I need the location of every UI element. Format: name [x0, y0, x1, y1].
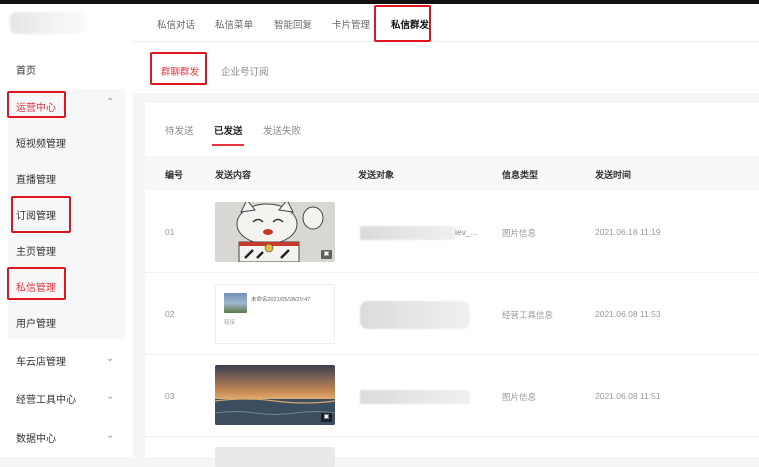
image-type-icon: ▣	[321, 413, 332, 422]
card-tag: 链接	[224, 320, 236, 326]
row-type: 图片信息	[502, 228, 537, 238]
row-number: 03	[165, 391, 175, 401]
sidebar-item-subscription[interactable]: 订阅管理	[16, 207, 56, 222]
sidebar-item-home[interactable]: 首页	[16, 62, 36, 77]
target-redacted	[360, 301, 470, 329]
table-row: 01 ▣ iev_... 图片信息 2021.06.18 11:19	[145, 191, 759, 273]
tab-dm-menu[interactable]: 私信菜单	[215, 17, 253, 31]
chevron-up-icon[interactable]: ⌃	[106, 97, 114, 108]
table-row: 02 未命名2021/05/28/20:47 链接 经营工具信息 2021.06…	[145, 273, 759, 355]
sidebar-item-live[interactable]: 直播管理	[16, 171, 56, 186]
tab-group-broadcast[interactable]: 群聊群发	[161, 64, 199, 78]
row-time: 2021.06.18 11:19	[595, 227, 661, 237]
row-number: 01	[165, 227, 175, 237]
tab-dm-broadcast[interactable]: 私信群发	[391, 17, 429, 31]
target-redacted	[360, 226, 455, 240]
table-row	[145, 437, 759, 467]
sidebar-item-short-video[interactable]: 短视频管理	[16, 135, 66, 150]
sidebar-item-data-center[interactable]: 数据中心	[16, 430, 56, 445]
row-number: 02	[165, 309, 175, 319]
col-type: 信息类型	[502, 170, 539, 180]
image-type-icon: ▣	[321, 250, 332, 259]
content-image-thumbnail[interactable]: ▣	[215, 365, 335, 425]
table-header: 编号 发送内容 发送对象 信息类型 发送时间	[145, 156, 759, 191]
tab-enterprise-subscription[interactable]: 企业号订阅	[221, 64, 269, 78]
target-redacted	[360, 390, 470, 404]
col-number: 编号	[165, 170, 184, 180]
sidebar: 首页 运营中心 ⌃ 短视频管理 直播管理 订阅管理 主页管理 私信管理 用户管理…	[0, 4, 133, 457]
col-content: 发送内容	[215, 170, 252, 180]
top-nav: 私信对话 私信菜单 智能回复 卡片管理 私信群发	[133, 4, 759, 42]
tab-sent[interactable]: 已发送	[214, 123, 243, 137]
content-image-thumbnail[interactable]	[215, 447, 335, 467]
broadcast-list-card: 待发送 已发送 发送失败 编号 发送内容 发送对象 信息类型 发送时间 01 ▣…	[145, 103, 759, 467]
tab-dm-chat[interactable]: 私信对话	[157, 17, 195, 31]
row-type: 经营工具信息	[502, 310, 554, 320]
tab-card-manage[interactable]: 卡片管理	[332, 17, 370, 31]
col-time: 发送时间	[595, 170, 632, 180]
sidebar-item-homepage[interactable]: 主页管理	[16, 243, 56, 258]
row-type: 图片信息	[502, 392, 537, 402]
sidebar-item-business-tools[interactable]: 经营工具中心	[16, 391, 76, 406]
target-suffix: iev_...	[455, 227, 478, 237]
sidebar-item-car-store[interactable]: 车云店管理	[16, 353, 66, 368]
content-image-thumbnail[interactable]: ▣	[215, 202, 335, 262]
sidebar-item-operations-center[interactable]: 运营中心	[16, 99, 56, 114]
sidebar-item-users[interactable]: 用户管理	[16, 315, 56, 330]
active-tab-indicator	[212, 144, 244, 146]
tab-pending[interactable]: 待发送	[165, 123, 194, 137]
lucky-cat-image	[215, 202, 335, 262]
sub-nav: 群聊群发 企业号订阅	[133, 42, 759, 93]
chevron-down-icon[interactable]: ⌄	[106, 430, 114, 441]
card-title: 未命名2021/05/28/20:47	[251, 297, 311, 303]
card-image	[224, 293, 247, 313]
logo	[10, 12, 85, 34]
content-card-thumbnail[interactable]: 未命名2021/05/28/20:47 链接	[215, 284, 335, 344]
chevron-down-icon[interactable]: ⌄	[106, 353, 114, 364]
tab-failed[interactable]: 发送失败	[263, 123, 301, 137]
table-row: 03 ▣ 图片信息 2021.06.08 11:51	[145, 355, 759, 437]
col-target: 发送对象	[358, 170, 395, 180]
row-time: 2021.06.08 11:51	[595, 391, 661, 401]
row-time: 2021.06.08 11:53	[595, 309, 661, 319]
tab-smart-reply[interactable]: 智能回复	[274, 17, 312, 31]
sunset-image	[215, 365, 335, 425]
sidebar-item-dm[interactable]: 私信管理	[16, 279, 56, 294]
chevron-down-icon[interactable]: ⌄	[106, 391, 114, 402]
